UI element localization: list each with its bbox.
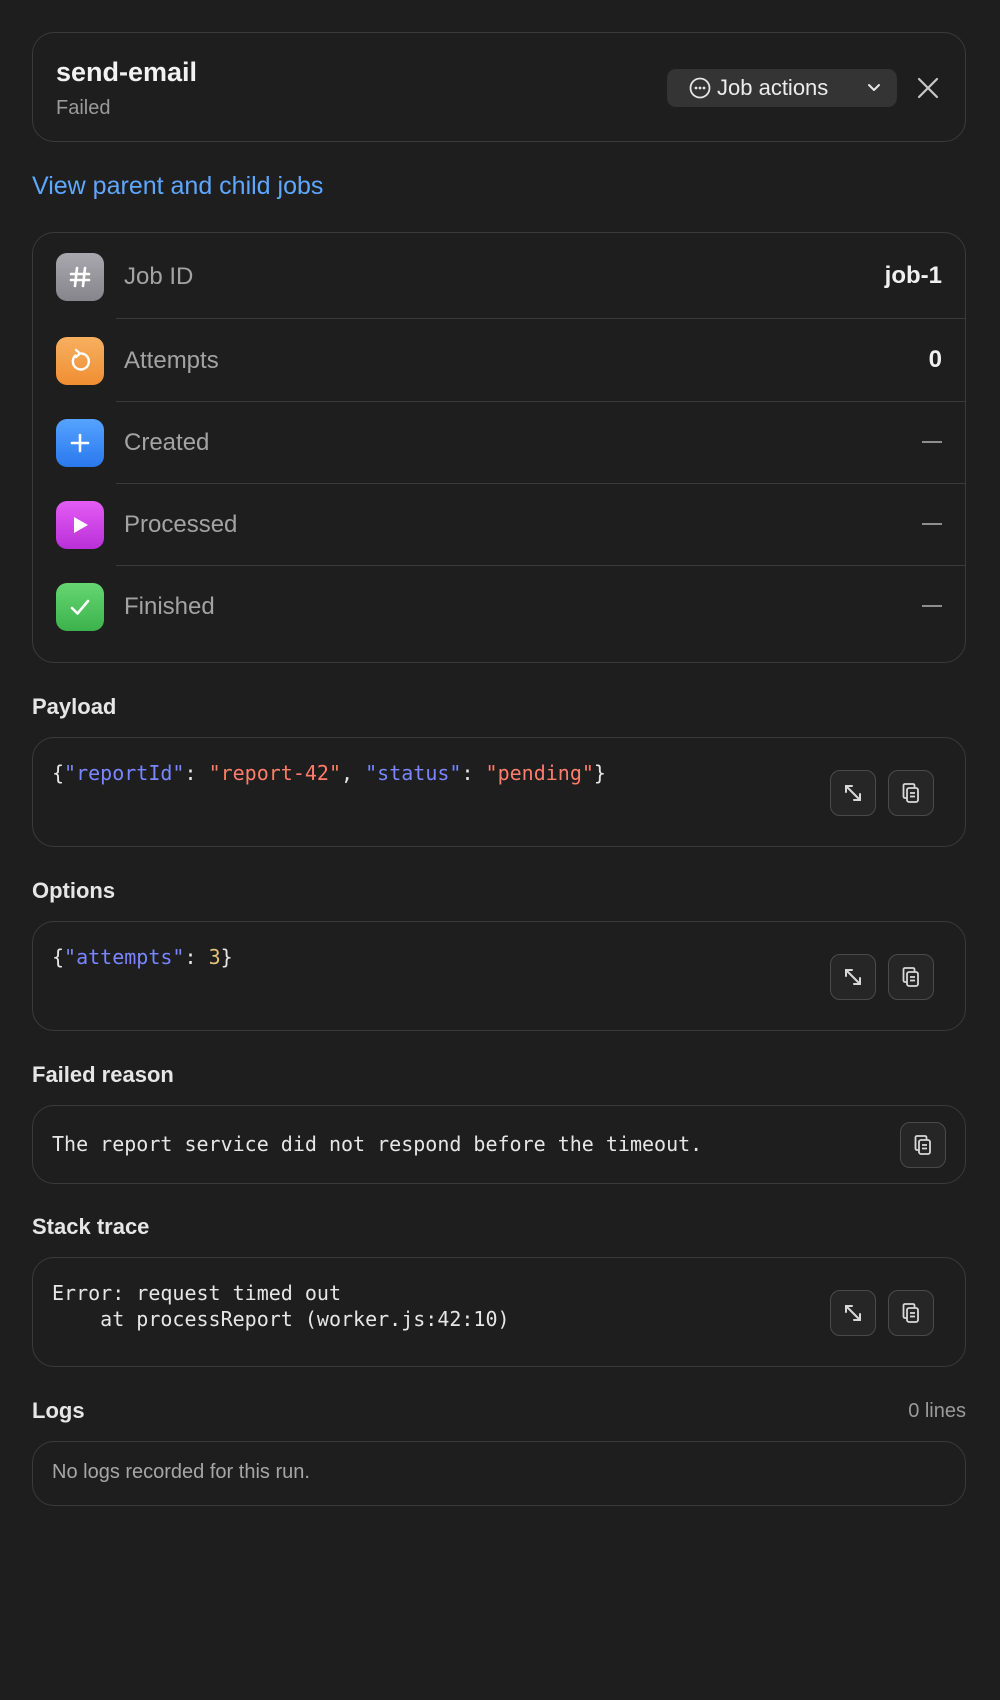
options-code[interactable]: {"attempts": 3}: [52, 944, 233, 970]
copy-button[interactable]: [888, 1290, 934, 1336]
stack-line: at processReport (worker.js:42:10): [52, 1307, 510, 1331]
info-row-created: Created: [33, 401, 965, 483]
attempts-value: 0: [928, 346, 942, 373]
logs-count: 0 lines: [908, 1400, 966, 1422]
expand-icon: [845, 1305, 861, 1321]
job-actions-label: Job actions: [717, 75, 829, 100]
job-info-card: Job ID job-1 Attempts 0 Created Processe…: [32, 232, 966, 663]
failed-reason-text[interactable]: The report service did not respond befor…: [52, 1131, 702, 1157]
expand-button[interactable]: [830, 954, 876, 1000]
job-detail-panel: send-email Failed Job actions View paren…: [0, 0, 1000, 1700]
processed-value: [922, 523, 942, 525]
copy-icon: [902, 783, 919, 803]
close-icon[interactable]: [913, 73, 943, 103]
logs-title: Logs: [32, 1398, 85, 1423]
job-name: send-email: [56, 57, 198, 87]
info-row-attempts: Attempts 0: [33, 319, 965, 401]
job-actions-button[interactable]: Job actions: [667, 69, 897, 107]
check-icon: [56, 583, 104, 631]
more-icon: [689, 77, 711, 99]
copy-button[interactable]: [888, 954, 934, 1000]
info-label: Processed: [124, 511, 238, 538]
info-row-job-id: Job ID job-1: [33, 235, 965, 317]
created-value: [922, 441, 942, 443]
payload-title: Payload: [32, 694, 117, 719]
payload-code[interactable]: {"reportId": "report-42", "status": "pen…: [52, 760, 606, 786]
options-title: Options: [32, 878, 116, 903]
logs-empty-text: No logs recorded for this run.: [52, 1461, 310, 1483]
copy-icon: [914, 1135, 931, 1155]
parent-child-jobs-link[interactable]: View parent and child jobs: [32, 172, 323, 201]
failed-reason-title: Failed reason: [32, 1062, 174, 1087]
copy-icon: [902, 1303, 919, 1323]
info-label: Created: [124, 429, 210, 456]
logs-box: No logs recorded for this run.: [32, 1441, 966, 1506]
copy-button[interactable]: [900, 1122, 946, 1168]
job-header: send-email Failed Job actions: [32, 32, 966, 142]
job-id-value: job-1: [884, 262, 942, 289]
chevron-down-icon: [868, 84, 880, 91]
job-status: Failed: [56, 97, 111, 119]
retry-icon: [56, 337, 104, 385]
info-row-finished: Finished: [33, 565, 965, 647]
info-label: Job ID: [124, 263, 194, 290]
payload-box: {"reportId": "report-42", "status": "pen…: [32, 737, 966, 847]
failed-reason-box: The report service did not respond befor…: [32, 1105, 966, 1184]
options-box: {"attempts": 3}: [32, 921, 966, 1031]
stack-line: Error: request timed out: [52, 1281, 341, 1305]
expand-button[interactable]: [830, 770, 876, 816]
expand-icon: [845, 785, 861, 801]
hash-icon: [56, 253, 104, 301]
plus-icon: [56, 419, 104, 467]
stack-trace-code[interactable]: Error: request timed out at processRepor…: [52, 1280, 510, 1332]
stack-trace-title: Stack trace: [32, 1214, 150, 1239]
info-row-processed: Processed: [33, 483, 965, 565]
copy-icon: [902, 967, 919, 987]
info-label: Attempts: [124, 347, 219, 374]
expand-icon: [845, 969, 861, 985]
expand-button[interactable]: [830, 1290, 876, 1336]
info-label: Finished: [124, 593, 215, 620]
copy-button[interactable]: [888, 770, 934, 816]
finished-value: [922, 605, 942, 607]
play-icon: [56, 501, 104, 549]
stack-trace-box: Error: request timed out at processRepor…: [32, 1257, 966, 1367]
